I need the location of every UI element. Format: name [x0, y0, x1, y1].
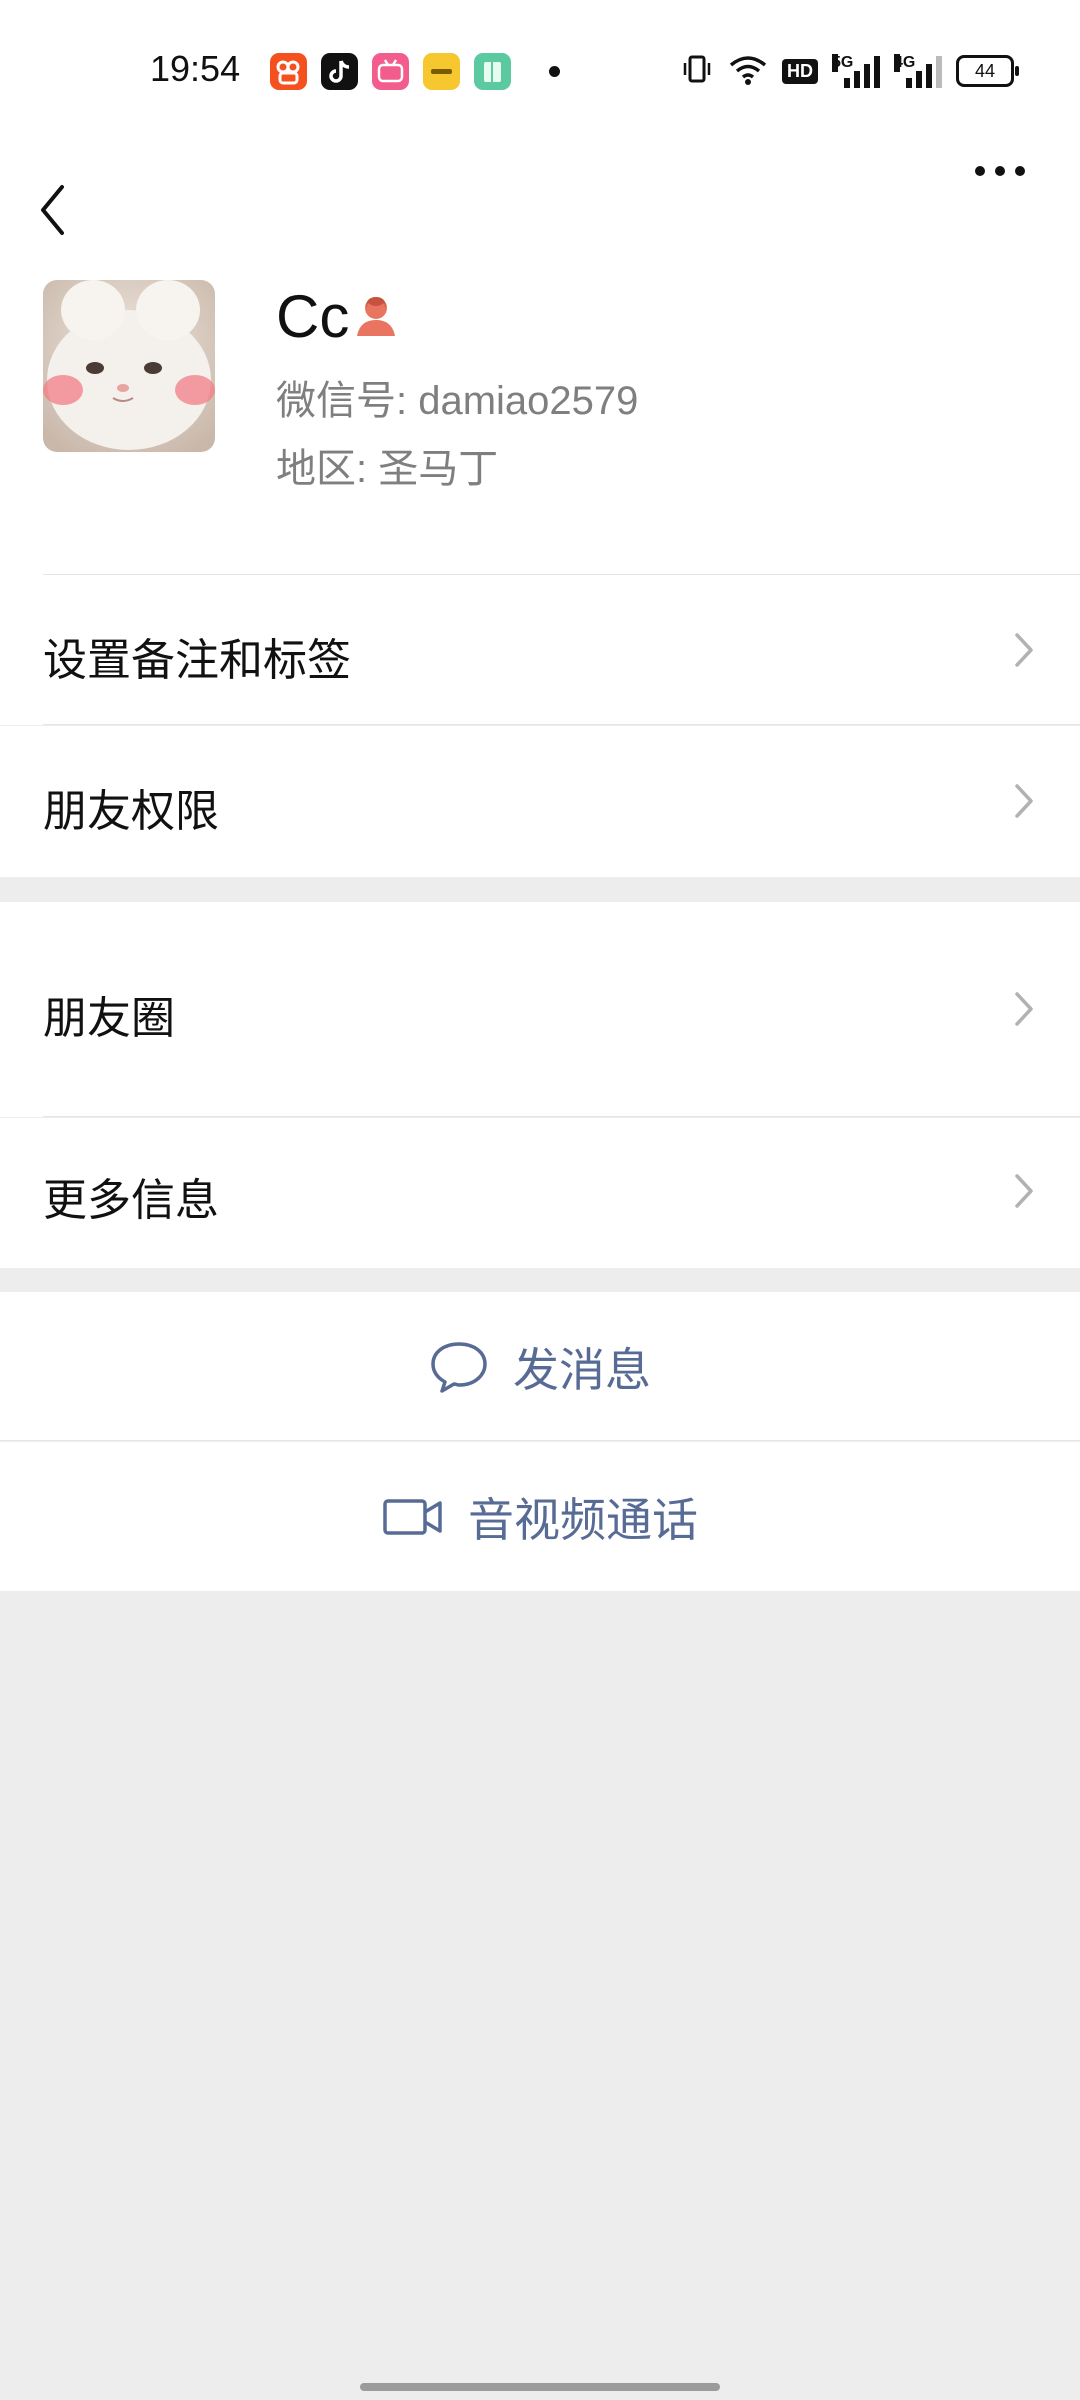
- send-message-label: 发消息: [513, 1342, 651, 1397]
- contact-name: Cc: [276, 283, 350, 350]
- status-time: 19:54: [150, 48, 241, 89]
- chevron-right-icon: [1015, 633, 1033, 667]
- row-label: 朋友圈: [43, 993, 175, 1044]
- more-info-row[interactable]: 更多信息: [0, 1118, 1080, 1268]
- more-dots-icon: [975, 166, 1025, 176]
- signal-5g-icon: 5G: [832, 54, 880, 88]
- chevron-right-icon: [1015, 784, 1033, 818]
- divider: [43, 1116, 1080, 1117]
- hd-voice-badge: HD: [782, 58, 818, 84]
- contact-profile-header: Cc 微信号: damiao2579 地区: 圣马丁: [0, 270, 1080, 575]
- notification-app-icons: [270, 53, 511, 90]
- douyin-app-icon: [321, 53, 358, 90]
- vibrate-icon: [680, 52, 714, 90]
- send-message-button[interactable]: 发消息: [0, 1292, 1080, 1441]
- chevron-left-icon: [41, 185, 64, 235]
- battery-icon: 44: [956, 55, 1019, 87]
- signal-4g-icon: 4G: [894, 54, 942, 88]
- female-icon: [355, 294, 397, 342]
- realme-app-icon: [423, 53, 460, 90]
- set-remark-tags-row[interactable]: 设置备注和标签: [0, 575, 1080, 725]
- friend-permissions-row[interactable]: 朋友权限: [0, 726, 1080, 877]
- more-notifications-dot: [549, 66, 560, 77]
- status-indicators: HD 5G 4G 44: [680, 52, 1019, 90]
- bilibili-app-icon: [372, 53, 409, 90]
- chat-bubble-icon: [431, 1341, 487, 1393]
- top-nav-bar: [0, 140, 1080, 270]
- back-button[interactable]: [30, 140, 110, 270]
- notes-app-icon: [474, 53, 511, 90]
- video-camera-icon: [383, 1498, 442, 1535]
- avatar[interactable]: [43, 280, 215, 452]
- wifi-icon: [728, 52, 768, 90]
- chevron-right-icon: [1015, 992, 1033, 1026]
- kuaishou-app-icon: [270, 53, 307, 90]
- row-label: 更多信息: [43, 1175, 219, 1226]
- divider: [43, 724, 1080, 725]
- status-bar: 19:54 HD 5G 4G 44: [0, 0, 1080, 140]
- row-label: 朋友权限: [43, 786, 219, 837]
- divider: [0, 1440, 1080, 1441]
- row-label: 设置备注和标签: [43, 635, 351, 686]
- video-call-label: 音视频通话: [468, 1492, 698, 1547]
- home-indicator[interactable]: [360, 2383, 720, 2391]
- moments-row[interactable]: 朋友圈: [0, 902, 1080, 1117]
- video-call-button[interactable]: 音视频通话: [0, 1442, 1080, 1591]
- more-options-button[interactable]: [960, 140, 1050, 270]
- region: 地区: 圣马丁: [276, 447, 499, 491]
- chevron-right-icon: [1015, 1174, 1033, 1208]
- wechat-id: 微信号: damiao2579: [276, 379, 639, 423]
